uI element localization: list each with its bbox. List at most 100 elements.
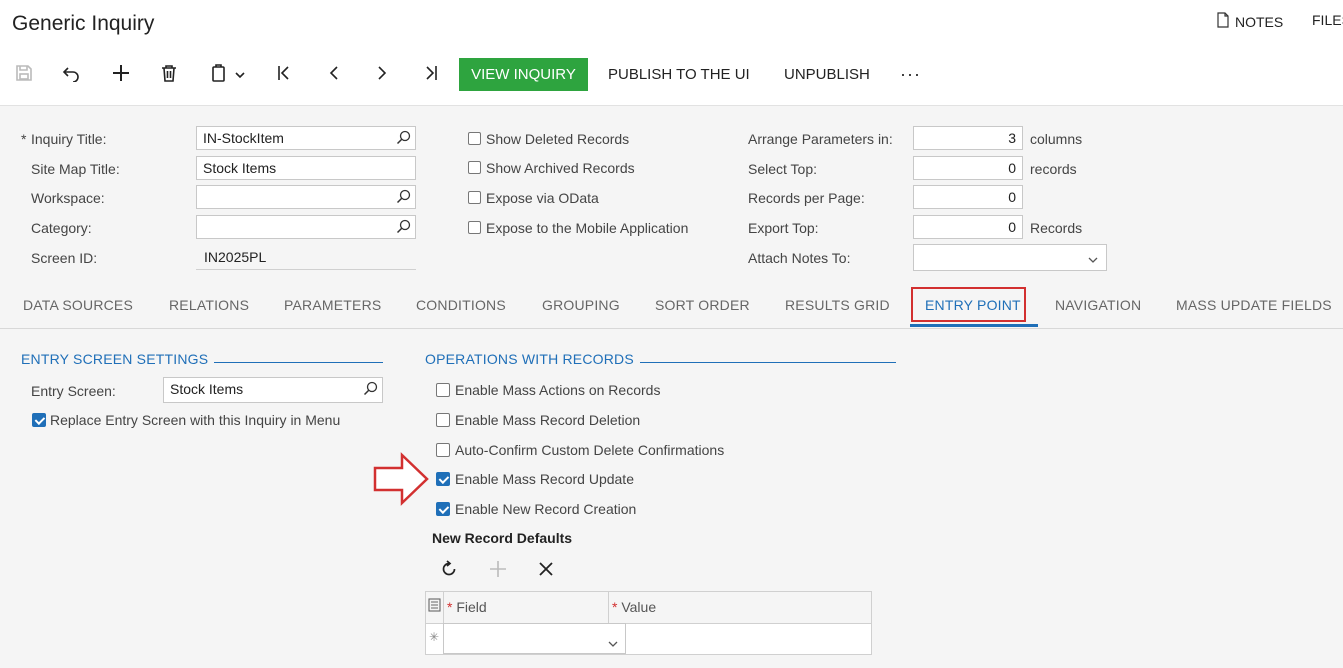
arrange-parameters-input[interactable]: 3 xyxy=(913,126,1023,150)
entry-screen-value: Stock Items xyxy=(170,381,244,397)
add-row-button[interactable] xyxy=(487,559,509,581)
tab-relations[interactable]: RELATIONS xyxy=(169,297,249,313)
active-tab-indicator xyxy=(910,324,1038,327)
site-map-title-label: Site Map Title: xyxy=(31,161,120,177)
save-button[interactable] xyxy=(10,60,38,88)
trash-icon xyxy=(161,64,177,85)
undo-button[interactable] xyxy=(58,60,86,88)
delete-button[interactable] xyxy=(155,60,183,88)
highlight-box xyxy=(911,287,1026,322)
add-button[interactable] xyxy=(107,60,135,88)
search-icon[interactable] xyxy=(363,381,378,399)
entry-screen-settings-heading: ENTRY SCREEN SETTINGS xyxy=(21,351,209,367)
auto-confirm-delete-checkbox[interactable] xyxy=(436,443,450,457)
inquiry-title-label: Inquiry Title: xyxy=(31,131,107,147)
row-selector-icon[interactable] xyxy=(428,598,441,615)
workspace-label: Workspace: xyxy=(31,190,105,206)
field-column-header[interactable]: * Field xyxy=(447,599,487,615)
view-inquiry-button[interactable]: VIEW INQUIRY xyxy=(459,58,588,91)
show-deleted-records-checkbox[interactable] xyxy=(468,132,481,145)
enable-mass-actions-checkbox[interactable] xyxy=(436,383,450,397)
search-icon[interactable] xyxy=(396,189,411,207)
close-icon xyxy=(538,561,554,580)
copy-paste-dropdown[interactable] xyxy=(230,60,250,88)
select-top-suffix: records xyxy=(1030,161,1077,177)
expose-via-odata-label: Expose via OData xyxy=(486,190,599,206)
show-archived-records-checkbox[interactable] xyxy=(468,161,481,174)
tab-mass-update-fields[interactable]: MASS UPDATE FIELDS xyxy=(1176,297,1332,313)
last-icon xyxy=(422,65,438,84)
last-record-button[interactable] xyxy=(416,60,444,88)
more-actions-button[interactable]: ··· xyxy=(900,58,921,91)
search-icon[interactable] xyxy=(396,130,411,148)
new-record-defaults-title: New Record Defaults xyxy=(432,530,573,546)
chevron-left-icon xyxy=(327,65,341,84)
delete-row-button[interactable] xyxy=(535,559,557,581)
records-per-page-input[interactable]: 0 xyxy=(913,185,1023,209)
workspace-input[interactable] xyxy=(196,185,416,209)
new-record-defaults-grid: * Field * Value ✳ xyxy=(425,591,872,655)
clipboard-icon xyxy=(211,63,227,85)
notes-label: NOTES xyxy=(1235,13,1284,30)
files-label: FILES xyxy=(1312,12,1343,28)
arrow-right-icon xyxy=(372,452,430,509)
chevron-down-icon xyxy=(608,635,618,651)
export-top-input[interactable]: 0 xyxy=(913,215,1023,239)
inquiry-title-input[interactable]: IN-StockItem xyxy=(196,126,416,150)
tab-sort-order[interactable]: SORT ORDER xyxy=(655,297,750,313)
expose-via-odata-checkbox[interactable] xyxy=(468,191,481,204)
plus-icon xyxy=(112,64,130,85)
operations-heading: OPERATIONS WITH RECORDS xyxy=(425,351,634,367)
arrange-parameters-label: Arrange Parameters in: xyxy=(748,131,893,147)
chevron-right-icon xyxy=(375,65,389,84)
save-icon xyxy=(15,64,33,85)
show-deleted-records-label: Show Deleted Records xyxy=(486,131,630,147)
enable-mass-update-checkbox[interactable] xyxy=(436,472,450,486)
first-record-button[interactable] xyxy=(271,60,299,88)
tab-parameters[interactable]: PARAMETERS xyxy=(284,297,381,313)
tab-navigation[interactable]: NAVIGATION xyxy=(1055,297,1141,313)
category-label: Category: xyxy=(31,220,92,236)
expose-mobile-app-checkbox[interactable] xyxy=(468,221,481,234)
tab-grouping[interactable]: GROUPING xyxy=(542,297,620,313)
expose-mobile-app-label: Expose to the Mobile Application xyxy=(486,220,689,236)
enable-mass-actions-label: Enable Mass Actions on Records xyxy=(455,382,661,398)
new-row-marker: ✳ xyxy=(429,630,440,644)
field-select[interactable] xyxy=(443,623,626,654)
section-divider xyxy=(640,362,896,363)
previous-record-button[interactable] xyxy=(320,60,348,88)
arrange-parameters-suffix: columns xyxy=(1030,131,1083,147)
notes-link[interactable]: NOTES xyxy=(1216,12,1283,31)
chevron-down-icon xyxy=(1088,251,1098,267)
enable-mass-deletion-label: Enable Mass Record Deletion xyxy=(455,412,641,428)
enable-new-record-label: Enable New Record Creation xyxy=(455,501,637,517)
screen-id-value: IN2025PL xyxy=(196,246,416,270)
publish-button[interactable]: PUBLISH TO THE UI xyxy=(608,58,750,91)
copy-paste-button[interactable] xyxy=(205,60,233,88)
grid-divider xyxy=(608,592,609,623)
search-icon[interactable] xyxy=(396,219,411,237)
entry-screen-label: Entry Screen: xyxy=(31,383,116,399)
tab-data-sources[interactable]: DATA SOURCES xyxy=(23,297,133,313)
select-top-label: Select Top: xyxy=(748,161,818,177)
undo-icon xyxy=(62,64,82,85)
replace-entry-screen-checkbox[interactable] xyxy=(32,413,46,427)
enable-mass-deletion-checkbox[interactable] xyxy=(436,413,450,427)
tab-conditions[interactable]: CONDITIONS xyxy=(416,297,506,313)
site-map-title-input[interactable]: Stock Items xyxy=(196,156,416,180)
attach-notes-select[interactable] xyxy=(913,244,1107,271)
screen-id-label: Screen ID: xyxy=(31,250,98,266)
value-column-header[interactable]: * Value xyxy=(612,599,656,615)
next-record-button[interactable] xyxy=(368,60,396,88)
enable-mass-update-label: Enable Mass Record Update xyxy=(455,471,634,487)
entry-screen-input[interactable]: Stock Items xyxy=(163,377,383,403)
category-input[interactable] xyxy=(196,215,416,239)
chevron-down-icon xyxy=(235,66,245,82)
refresh-button[interactable] xyxy=(438,559,460,581)
document-icon xyxy=(1216,12,1230,31)
unpublish-button[interactable]: UNPUBLISH xyxy=(784,58,870,91)
select-top-input[interactable]: 0 xyxy=(913,156,1023,180)
enable-new-record-checkbox[interactable] xyxy=(436,502,450,516)
tab-results-grid[interactable]: RESULTS GRID xyxy=(785,297,890,313)
files-link[interactable]: FILES xyxy=(1312,12,1343,28)
